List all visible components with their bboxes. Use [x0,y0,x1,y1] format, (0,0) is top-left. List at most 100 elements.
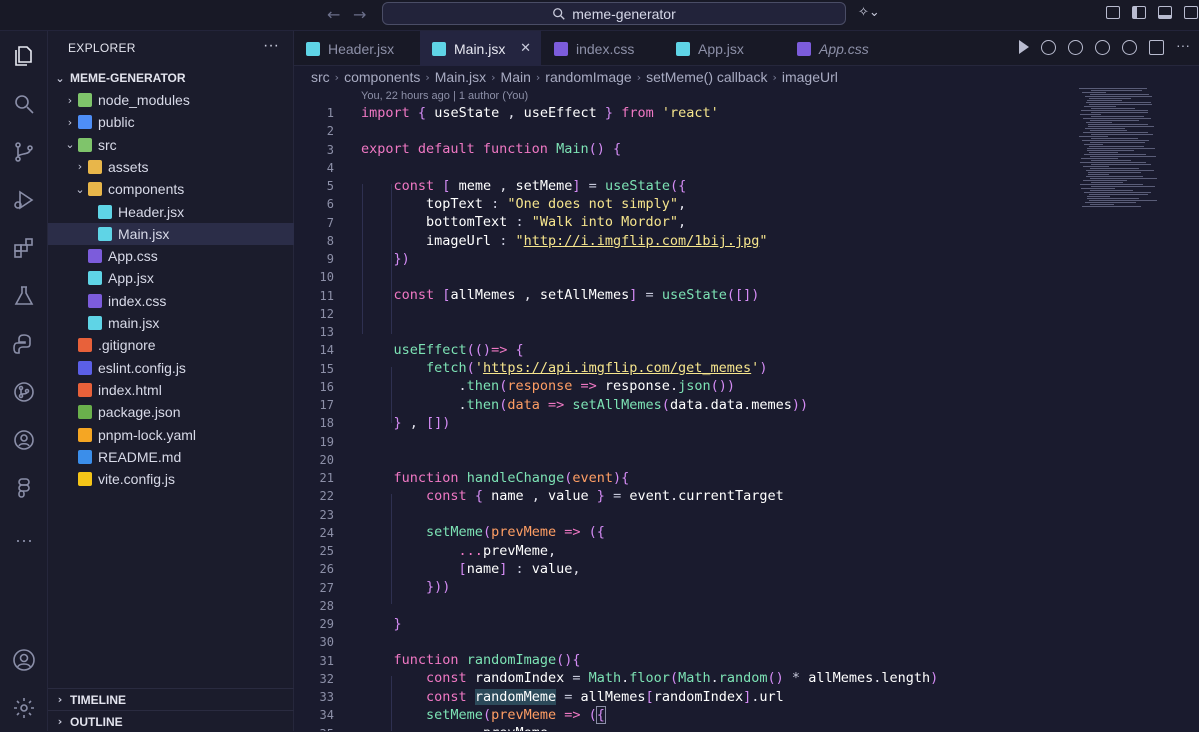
tree-item[interactable]: package.json [48,401,294,423]
line-number: 5 [326,179,334,193]
explorer-icon[interactable] [11,43,37,69]
editor-tab[interactable]: index.css [542,31,663,66]
line-number: 9 [326,252,334,266]
python-icon[interactable] [11,331,37,357]
close-icon[interactable]: ✕ [520,41,531,56]
line-number: 10 [319,270,334,285]
git-graph-icon[interactable] [11,379,37,405]
minimap-line [1090,182,1123,183]
breadcrumb-item[interactable]: Main [501,69,531,85]
extensions-icon[interactable] [11,235,37,261]
tree-item[interactable]: vite.config.js [48,468,294,490]
tree-item[interactable]: index.html [48,379,294,401]
toggle-panel-icon[interactable] [1158,6,1172,19]
run-icon[interactable] [1019,40,1029,54]
tree-item[interactable]: ⌄ components [48,178,294,200]
editor-tab[interactable]: Main.jsx ✕ [420,31,541,66]
tree-item[interactable]: README.md [48,446,294,468]
tree-item[interactable]: › public [48,111,294,133]
minimap[interactable] [1079,88,1169,218]
breadcrumb-item[interactable]: imageUrl [782,69,838,85]
minimap-line [1079,162,1146,163]
line-number: 28 [319,598,334,613]
tab-label: App.css [819,40,869,57]
split-editor-icon[interactable] [1149,40,1164,55]
more-actions-icon[interactable]: ··· [1176,38,1191,55]
minimap-line [1082,180,1128,181]
outline-section[interactable]: › OUTLINE [48,710,294,732]
tree-item[interactable]: eslint.config.js [48,357,294,379]
line-number: 12 [319,306,334,321]
minimap-line [1087,174,1109,175]
line-number: 23 [319,507,334,522]
minimap-line [1088,126,1155,127]
line-number: 27 [319,580,334,595]
line-number: 14 [319,343,334,358]
more-actions-icon[interactable]: ··· [263,37,279,55]
customize-layout-icon[interactable] [1106,6,1120,19]
project-section-header[interactable]: ⌄ MEME-GENERATOR [48,67,294,89]
line-number: 6 [326,197,334,212]
go-back-icon[interactable] [1041,40,1056,55]
forward-arrow-icon[interactable]: → [353,5,366,24]
more-icon[interactable]: ··· [11,527,37,553]
tree-item[interactable]: pnpm-lock.yaml [48,424,294,446]
tree-item[interactable]: .gitignore [48,334,294,356]
minimap-line [1088,172,1142,173]
commit-icon[interactable] [1068,40,1083,55]
back-arrow-icon[interactable]: ← [327,5,340,24]
editor-tab[interactable]: App.jsx [664,31,785,66]
testing-icon[interactable] [11,283,37,309]
tree-item[interactable]: Main.jsx [48,222,294,245]
editor-tab[interactable]: Header.jsx [294,31,415,66]
code-line: imageUrl : "http://i.imgflip.com/1bij.jp… [426,233,768,249]
toggle-secondary-sidebar-icon[interactable] [1184,6,1198,19]
tree-item[interactable]: Header.jsx [48,201,294,223]
go-forward-icon[interactable] [1095,40,1110,55]
breadcrumb-item[interactable]: components [344,69,420,85]
line-number: 7 [326,215,334,230]
account-icon[interactable] [11,647,37,673]
chevron-right-icon: › [425,70,430,84]
remote-explorer-icon[interactable] [11,427,37,453]
tree-item[interactable]: main.jsx [48,312,294,334]
git-branch-icon[interactable] [1122,40,1137,55]
source-control-icon[interactable] [11,139,37,165]
tree-item[interactable]: › assets [48,156,294,178]
tree-item[interactable]: App.jsx [48,267,294,289]
code-line: const [ meme , setMeme] = useState({ [393,178,687,194]
breadcrumb-item[interactable]: randomImage [545,69,631,85]
tab-label: index.css [576,40,635,57]
file-type-icon [676,41,690,56]
editor-tab[interactable]: App.css [785,31,906,66]
tree-item-label: .gitignore [98,337,156,354]
command-center-search[interactable]: meme-generator [382,2,846,25]
code-line: const randomMeme = allMemes[randomIndex]… [426,689,784,705]
line-number: 29 [319,617,334,631]
search-icon[interactable] [11,91,37,117]
toggle-sidebar-icon[interactable] [1132,6,1146,19]
run-debug-icon[interactable] [11,187,37,213]
tree-item[interactable]: index.css [48,290,294,312]
minimap-line [1079,88,1147,89]
minimap-line [1081,206,1141,207]
minimap-line [1084,202,1136,203]
settings-gear-icon[interactable] [11,695,37,721]
file-type-icon [88,182,102,197]
breadcrumb-item[interactable]: src [311,69,330,85]
tree-item[interactable]: App.css [48,245,294,267]
minimap-line [1084,144,1103,145]
code-editor[interactable]: You, 22 hours ago | 1 author (You) 12345… [294,88,1199,731]
minimap-line [1089,152,1119,153]
breadcrumb-item[interactable]: Main.jsx [435,69,486,85]
tree-item-label: components [108,181,185,198]
minimap-line [1089,104,1153,105]
breadcrumb-item[interactable]: setMeme() callback [646,69,767,85]
copilot-icon[interactable]: ✧⌄ [858,5,880,20]
figma-icon[interactable] [11,475,37,501]
file-type-icon [78,382,92,397]
timeline-section[interactable]: › TIMELINE [48,688,294,710]
tree-item[interactable]: ⌄ src [48,134,294,156]
tree-item-label: main.jsx [108,315,160,331]
tree-item[interactable]: › node_modules [48,89,294,111]
